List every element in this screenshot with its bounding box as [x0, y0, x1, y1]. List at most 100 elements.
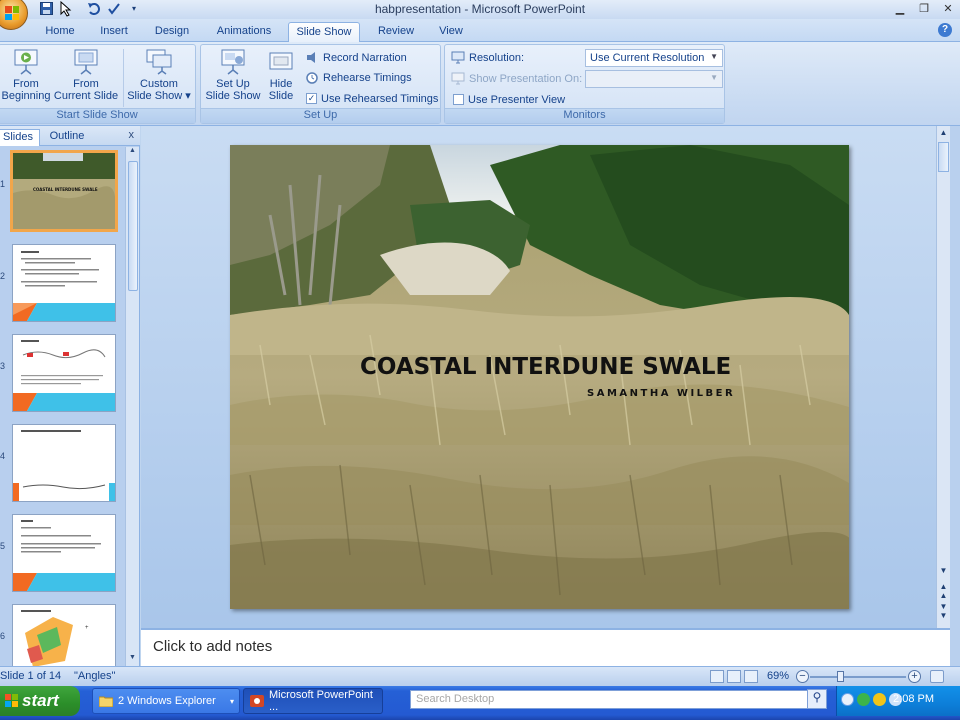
zoom-out-icon[interactable]: −: [796, 670, 809, 683]
tab-design[interactable]: Design: [148, 22, 196, 42]
show-presentation-on-label: Show Presentation On:: [469, 72, 583, 85]
group-divider: [123, 49, 124, 107]
slide-sorter-view-icon[interactable]: [727, 670, 741, 683]
tab-insert[interactable]: Insert: [92, 22, 136, 42]
slide-thumbnail-6[interactable]: +: [12, 604, 116, 666]
tab-view[interactable]: View: [432, 22, 470, 42]
setup-label-2: Slide Show: [205, 90, 261, 102]
zoom-level[interactable]: 69%: [767, 670, 789, 682]
next-slide-icon[interactable]: ▼ ▼: [937, 602, 950, 620]
record-narration-label: Record Narration: [323, 51, 407, 64]
scroll-up-icon[interactable]: ▲: [937, 128, 950, 137]
desktop-search-input[interactable]: Search Desktop: [410, 690, 808, 709]
hide-label-2: Slide: [268, 90, 294, 102]
rehearse-timings-button[interactable]: Rehearse Timings: [305, 69, 412, 86]
group-start-slide-show: From Beginning From Current Slide Custom…: [0, 44, 196, 124]
slide-thumbnail-3[interactable]: [12, 334, 116, 412]
slide-title[interactable]: COASTAL INTERDUNE SWALE: [360, 354, 731, 380]
previous-slide-icon[interactable]: ▲ ▲: [937, 582, 950, 600]
title-bar: ▾ habpresentation - Microsoft PowerPoint…: [0, 0, 960, 30]
tab-outline[interactable]: Outline: [44, 129, 90, 146]
minimize-icon[interactable]: ▁: [888, 0, 912, 17]
scrollbar-thumb[interactable]: [128, 161, 138, 291]
scrollbar-thumb[interactable]: [938, 142, 949, 172]
folder-icon: [98, 695, 114, 708]
thumbnail-number: 5: [0, 541, 6, 551]
window-edge: [950, 126, 960, 666]
stopwatch-icon: [305, 71, 319, 84]
resolution-value: Use Current Resolution: [590, 52, 705, 64]
slide-thumbnail-1[interactable]: COASTAL INTERDUNE SWALE: [10, 150, 118, 232]
maximize-icon[interactable]: ❐: [912, 0, 936, 17]
task1-label: 2 Windows Explorer: [118, 695, 216, 707]
start-button[interactable]: start: [0, 686, 80, 716]
presenter-view-check[interactable]: [453, 94, 464, 105]
monitor-disabled-icon: [451, 72, 465, 85]
from-current-label-1: From: [73, 78, 99, 90]
search-icon[interactable]: ⚲: [807, 689, 827, 709]
custom-slide-show-button[interactable]: Custom Slide Show ▾: [125, 47, 193, 102]
use-rehearsed-timings-checkbox[interactable]: ✓ Use Rehearsed Timings: [306, 90, 438, 107]
projector-icon: [73, 47, 99, 75]
taskbar-windows-explorer[interactable]: 2 Windows Explorer ▾: [92, 688, 240, 714]
thumbnail-number: 2: [0, 271, 6, 281]
from-beginning-button[interactable]: From Beginning: [1, 47, 51, 102]
slide-editor: COASTAL INTERDUNE SWALE SAMANTHA WILBER: [141, 126, 936, 628]
setup-label-1: Set Up: [216, 78, 250, 90]
show-presentation-on-dropdown[interactable]: ▼: [585, 70, 723, 88]
slides-pane-scrollbar[interactable]: ▲ ▼: [125, 147, 139, 666]
editor-scrollbar[interactable]: ▲ ▼ ▲ ▲ ▼ ▼: [936, 126, 950, 628]
current-slide[interactable]: COASTAL INTERDUNE SWALE SAMANTHA WILBER: [230, 145, 849, 609]
slide-thumbnail-5[interactable]: [12, 514, 116, 592]
close-icon[interactable]: ✕: [936, 0, 960, 17]
record-narration-button[interactable]: Record Narration: [305, 49, 407, 66]
custom-label-2: Slide Show ▾: [127, 90, 191, 102]
monitor-icon: [451, 51, 465, 64]
resolution-label: Resolution:: [469, 51, 525, 64]
svg-text:+: +: [85, 625, 89, 631]
notes-placeholder[interactable]: Click to add notes: [153, 638, 272, 655]
resolution-dropdown[interactable]: Use Current Resolution ▼: [585, 49, 723, 67]
from-current-slide-button[interactable]: From Current Slide: [53, 47, 119, 102]
slide-subtitle[interactable]: SAMANTHA WILBER: [587, 388, 735, 399]
slide-show-view-icon[interactable]: [744, 670, 758, 683]
thumbnail-number: 3: [0, 361, 6, 371]
zoom-in-icon[interactable]: +: [908, 670, 921, 683]
system-tray: 2:08 PM: [836, 686, 960, 716]
scroll-down-icon[interactable]: ▼: [937, 566, 950, 575]
close-pane-icon[interactable]: x: [129, 129, 135, 141]
thumbnail-number: 1: [0, 179, 6, 189]
hide-slide-button[interactable]: Hide Slide: [263, 47, 299, 102]
from-beginning-label-1: From: [13, 78, 39, 90]
notes-pane[interactable]: Click to add notes: [141, 628, 950, 666]
slide-thumbnail-4[interactable]: [12, 424, 116, 502]
tray-back-icon[interactable]: [841, 693, 854, 706]
normal-view-icon[interactable]: [710, 670, 724, 683]
custom-label-1: Custom: [140, 78, 178, 90]
clock: 2:08 PM: [893, 693, 934, 705]
powerpoint-icon: [250, 695, 264, 707]
search-placeholder: Search Desktop: [416, 693, 495, 705]
zoom-slider-knob[interactable]: [836, 671, 844, 682]
taskbar-powerpoint[interactable]: Microsoft PowerPoint ...: [243, 688, 383, 714]
tray-network-icon[interactable]: [857, 693, 870, 706]
tab-slides[interactable]: Slides: [0, 129, 40, 146]
use-rehearsed-check[interactable]: ✓: [306, 93, 317, 104]
tab-slide-show[interactable]: Slide Show: [288, 22, 360, 42]
help-icon[interactable]: ?: [938, 23, 952, 37]
theme-name: "Angles": [74, 670, 116, 682]
tab-review[interactable]: Review: [370, 22, 422, 42]
tab-home[interactable]: Home: [38, 22, 82, 42]
scroll-up-icon[interactable]: ▲: [126, 147, 139, 159]
slide-thumbnail-2[interactable]: [12, 244, 116, 322]
chevron-down-icon: ▼: [710, 52, 718, 61]
scroll-down-icon[interactable]: ▼: [126, 654, 139, 666]
use-presenter-view-checkbox[interactable]: Use Presenter View: [453, 91, 565, 108]
hide-label-1: Hide: [269, 78, 293, 90]
tray-security-icon[interactable]: [873, 693, 886, 706]
tab-animations[interactable]: Animations: [209, 22, 279, 42]
set-up-slide-show-button[interactable]: Set Up Slide Show: [203, 47, 263, 102]
zoom-slider[interactable]: [810, 676, 906, 678]
fit-to-window-icon[interactable]: [930, 670, 944, 683]
group-label-start: Start Slide Show: [0, 108, 195, 123]
